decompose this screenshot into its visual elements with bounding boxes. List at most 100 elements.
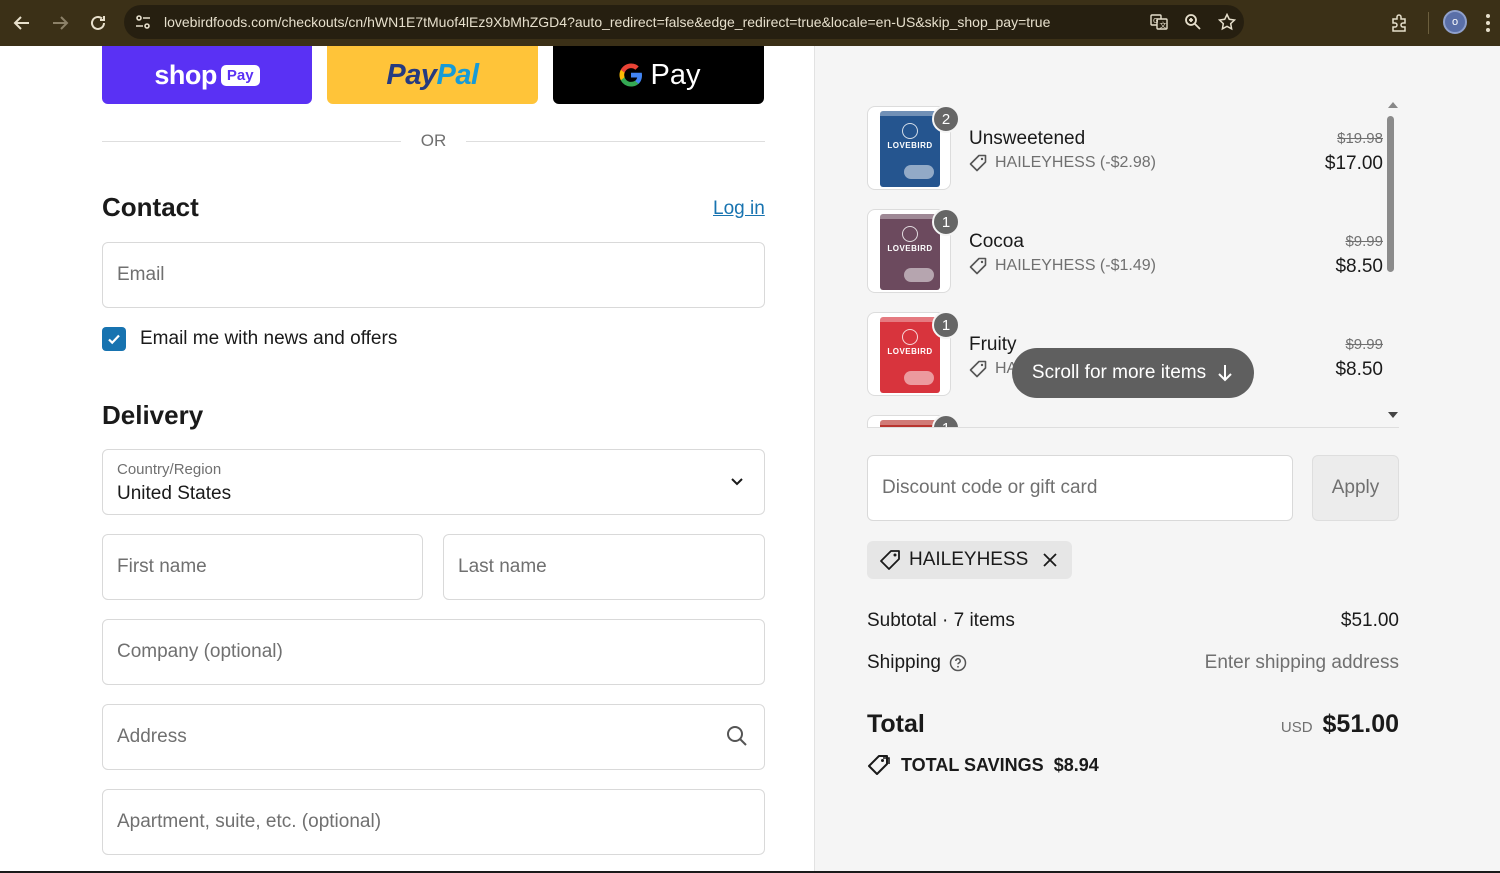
address-field[interactable] [102, 704, 765, 770]
log-in-link[interactable]: Log in [713, 198, 765, 220]
subtotal-row: Subtotal · 7 items $51.00 [867, 610, 1399, 632]
scroll-down-arrow-icon[interactable] [1388, 412, 1398, 418]
tag-icon [969, 154, 987, 172]
item-discount-text: HAILEYHESS (-$1.49) [995, 257, 1156, 274]
shop-pay-button[interactable]: shop Pay [102, 46, 312, 104]
last-name-input[interactable] [444, 535, 764, 599]
scroll-for-more-button[interactable]: Scroll for more items [1012, 348, 1254, 398]
product-box-image: LOVEBIRD [880, 317, 940, 393]
remove-discount-icon[interactable] [1042, 552, 1058, 568]
applied-code-text: HAILEYHESS [909, 549, 1029, 570]
product-thumbnail: LOVEBIRD 1 [867, 311, 960, 396]
item-price: $17.00 [1324, 153, 1383, 174]
paypal-button[interactable]: PayPal [327, 46, 538, 104]
address-input[interactable] [103, 705, 764, 769]
bookmark-star-icon[interactable] [1210, 5, 1244, 39]
total-row: Total USD $51.00 [867, 710, 1399, 739]
item-price: $8.50 [1335, 359, 1383, 380]
quantity-badge: 2 [932, 105, 960, 133]
search-icon [727, 726, 747, 746]
shop-pay-pill: Pay [220, 64, 260, 86]
product-brand-text: LOVEBIRD [887, 347, 933, 356]
total-savings: TOTAL SAVINGS $8.94 [867, 754, 1099, 776]
svg-text:G: G [1153, 17, 1158, 25]
email-field[interactable] [102, 242, 765, 308]
extensions-puzzle-icon[interactable] [1382, 4, 1416, 42]
browser-toolbar: lovebirdfoods.com/checkouts/cn/hWN1E7tMu… [0, 0, 1500, 46]
shipping-label: Shipping [867, 652, 941, 673]
tag-icon [969, 257, 987, 275]
item-discount: HAILEYHESS (-$1.49) [969, 257, 1156, 275]
quantity-badge: 1 [932, 311, 960, 339]
currency-code: USD [1280, 719, 1313, 736]
discount-code-field[interactable] [867, 455, 1293, 521]
zoom-icon[interactable] [1176, 5, 1210, 39]
browser-menu-icon[interactable] [1478, 8, 1498, 38]
email-input[interactable] [103, 243, 764, 307]
newsletter-checkbox[interactable] [102, 327, 126, 351]
paypal-wordmark: PayPal [386, 58, 479, 91]
google-pay-button[interactable]: Pay [553, 46, 764, 104]
product-thumbnail: LOVEBIRD1 [867, 414, 960, 427]
apartment-input[interactable] [103, 790, 764, 854]
first-name-field[interactable] [102, 534, 423, 600]
quantity-badge: 1 [932, 414, 960, 427]
item-discount: HAILEYHESS (-$2.98) [969, 154, 1156, 172]
contact-heading: Contact [102, 192, 199, 222]
total-label: Total [867, 710, 925, 738]
back-arrow-icon[interactable] [3, 4, 41, 42]
line-items-scrollbar[interactable] [1387, 116, 1394, 272]
newsletter-option[interactable]: Email me with news and offers [102, 327, 397, 351]
chevron-down-icon [731, 478, 743, 486]
last-name-field[interactable] [443, 534, 765, 600]
forward-arrow-icon[interactable] [41, 4, 79, 42]
translate-icon[interactable]: 文G [1142, 5, 1176, 39]
shipping-row: Shipping Enter shipping address [867, 652, 1399, 674]
checkmark-icon [108, 334, 120, 345]
site-settings-icon[interactable] [126, 5, 160, 39]
item-discount: HA [969, 360, 1017, 378]
savings-value: $8.94 [1053, 754, 1099, 775]
svg-text:文: 文 [1160, 21, 1167, 30]
line-item: LOVEBIRD 2 Unsweetened HAILEYHESS (-$2.98) $… [867, 98, 1387, 190]
google-g-icon [619, 63, 642, 87]
product-thumbnail: LOVEBIRD 2 [867, 105, 960, 190]
shipping-value: Enter shipping address [1204, 652, 1399, 673]
google-pay-wordmark: Pay [650, 58, 701, 91]
scroll-up-arrow-icon[interactable] [1388, 102, 1398, 108]
product-box-image: LOVEBIRD [880, 214, 940, 290]
reload-icon[interactable] [79, 4, 117, 42]
address-bar[interactable]: lovebirdfoods.com/checkouts/cn/hWN1E7tMu… [124, 5, 1244, 39]
item-name: Fruity [969, 334, 1017, 355]
discount-code-input[interactable] [868, 456, 1292, 520]
item-original-price: $9.99 [1345, 336, 1383, 353]
country-label: Country/Region [117, 461, 222, 478]
item-name: Cocoa [969, 231, 1024, 252]
item-original-price: $9.99 [1345, 233, 1383, 250]
help-circle-icon[interactable] [949, 654, 967, 672]
savings-tag-icon [868, 755, 890, 775]
delivery-heading: Delivery [102, 400, 204, 430]
item-name: Unsweetened [969, 128, 1086, 149]
tag-icon [969, 360, 987, 378]
applied-discount-chip: HAILEYHESS [867, 541, 1073, 579]
checkout-form: shop Pay PayPal Pay OR Contact Log in Em… [0, 46, 814, 873]
company-input[interactable] [103, 620, 764, 684]
shop-pay-wordmark: shop [154, 59, 217, 90]
apartment-field[interactable] [102, 789, 765, 855]
profile-avatar[interactable]: o [1443, 10, 1467, 34]
arrow-down-icon [1218, 365, 1232, 382]
product-box-image: LOVEBIRD [880, 420, 940, 427]
or-divider: OR [102, 130, 765, 152]
country-value: United States [117, 483, 232, 504]
product-brand-text: LOVEBIRD [887, 141, 933, 150]
total-value: $51.00 [1322, 710, 1399, 738]
company-field[interactable] [102, 619, 765, 685]
url-text[interactable]: lovebirdfoods.com/checkouts/cn/hWN1E7tMu… [164, 14, 1224, 30]
tag-icon [880, 550, 900, 570]
apply-discount-button[interactable]: Apply [1312, 455, 1399, 521]
savings-label: TOTAL SAVINGS [901, 754, 1044, 775]
first-name-input[interactable] [103, 535, 422, 599]
country-select[interactable]: Country/Region United States [102, 449, 765, 515]
product-box-image: LOVEBIRD [880, 111, 940, 187]
